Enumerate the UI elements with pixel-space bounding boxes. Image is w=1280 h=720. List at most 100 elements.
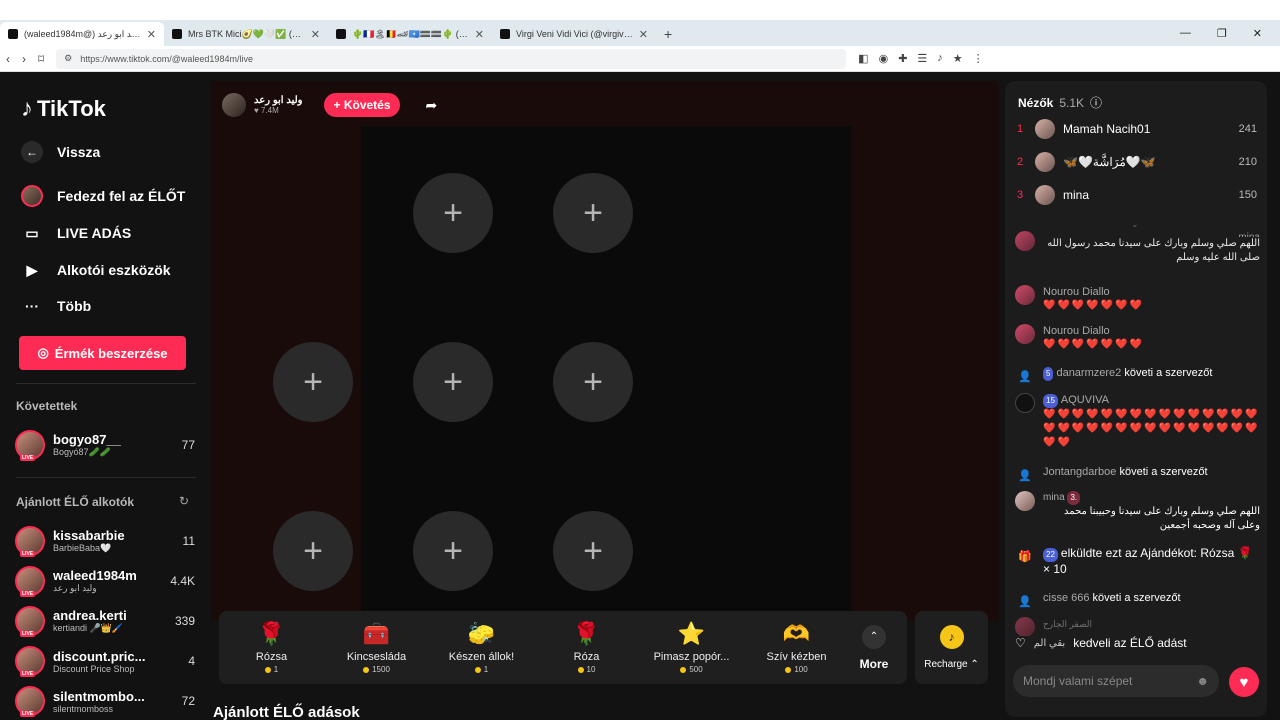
back-arrow-icon[interactable]: ‹ — [6, 52, 10, 66]
system-message: 👤 cisse 666 követi a szervezőt — [1015, 591, 1260, 611]
nav-more[interactable]: ··· Több — [21, 295, 91, 317]
avatar — [1035, 119, 1055, 139]
level-badge: 3. — [1067, 491, 1081, 505]
host-name[interactable]: وليد ابو رعد — [254, 95, 302, 106]
rose-icon: 🌹 — [257, 621, 286, 646]
video-camera-icon: ▭ — [25, 224, 39, 241]
chevron-up-icon: ⌃ — [862, 624, 886, 649]
browser-tab-4[interactable]: Virgi Veni Vidi Vici (@virgivenividivici… — [492, 22, 656, 46]
gift-item[interactable]: 🫶 Szív kézben 100 — [744, 621, 849, 674]
add-guest-slot[interactable]: + — [273, 511, 353, 591]
add-guest-slot[interactable]: + — [553, 511, 633, 591]
forward-arrow-icon[interactable]: › — [22, 52, 26, 66]
top-viewer[interactable]: 2 🦋🤍مُرَاشَّة🤍🦋 210 — [1017, 152, 1257, 172]
nav-live-studio[interactable]: ▭ LIVE ADÁS — [21, 222, 131, 244]
chat-input[interactable]: Mondj valami szépet ☻ — [1013, 665, 1219, 697]
expand-chevron-icon[interactable]: ⌄ — [1131, 219, 1139, 230]
browser-tab-2[interactable]: Mrs BTK Mici🥑💚🤍✅ (@mrsbtk) |✕ — [164, 22, 328, 46]
close-tab-icon[interactable]: ✕ — [639, 28, 648, 41]
heart-icon: ♥ — [254, 106, 259, 115]
gift-item[interactable]: 🌹 Rózsa 1 — [219, 621, 324, 674]
extension-icon[interactable]: ♪ — [937, 52, 943, 65]
url-field[interactable]: ⚙ https://www.tiktok.com/@waleed1984m/liv… — [56, 48, 847, 69]
top-viewer[interactable]: 3 mina 150 — [1017, 185, 1257, 205]
minimize-button[interactable]: — — [1180, 27, 1191, 40]
play-icon: ▶ — [26, 261, 38, 278]
emoji-icon[interactable]: ☻ — [1196, 674, 1209, 688]
host-likes: ♥ 7.4M — [254, 106, 279, 115]
plus-icon: + — [583, 531, 603, 570]
recommended-user[interactable]: LIVE andrea.kerti kertiandi 🎤👑🖌️ 339 — [15, 604, 195, 638]
bookmark-icon[interactable]: ⌑ — [38, 52, 44, 66]
gift-item[interactable]: 🧰 Kincsesláda 1500 — [324, 621, 429, 674]
add-guest-slot[interactable]: + — [413, 173, 493, 253]
avatar[interactable] — [222, 93, 246, 117]
add-guest-slot[interactable]: + — [413, 342, 493, 422]
extension-icon[interactable]: ★ — [953, 52, 963, 65]
browser-tab-3[interactable]: 🌵🇨🇵🏝🇧🇪🏎🇸🇴🟰🟰🌵 (@csby01)✕ — [328, 22, 492, 46]
avatar: LIVE — [15, 686, 45, 717]
starfish-icon: ⭐ — [677, 621, 706, 646]
chat-message: الصقر الجارح — [1015, 617, 1260, 637]
gift-item[interactable]: ⭐ Pimasz popór... 500 — [639, 621, 744, 674]
live-badge: LIVE — [20, 455, 36, 461]
chat-message: Nourou Diallo ❤️❤️❤️❤️❤️❤️❤️ — [1015, 324, 1260, 352]
add-guest-slot[interactable]: + — [273, 342, 353, 422]
share-icon[interactable]: ➦ — [426, 97, 438, 114]
plus-icon: + — [443, 362, 463, 401]
close-tab-icon[interactable]: ✕ — [147, 28, 156, 41]
tiktok-favicon-icon — [500, 29, 510, 39]
avatar — [1015, 393, 1035, 413]
get-coins-button[interactable]: ◎ Érmék beszerzése — [19, 336, 186, 370]
like-button[interactable]: ♥ — [1229, 667, 1259, 697]
extension-icon[interactable]: ◧ — [858, 52, 868, 65]
chat-message: 15 AQUVIVA ❤️❤️❤️❤️❤️❤️❤️❤️❤️❤️❤️❤️❤️❤️❤️❤… — [1015, 393, 1260, 450]
following-title: Követettek — [16, 399, 78, 413]
gift-icon: 🎁 — [1018, 550, 1032, 563]
close-tab-icon[interactable]: ✕ — [311, 28, 320, 41]
tiktok-live-page: ♪ TikTok ← Vissza Fedezd fel az ÉLŐT ▭ LIVE… — [3, 73, 1277, 720]
close-tab-icon[interactable]: ✕ — [475, 28, 484, 41]
add-guest-slot[interactable]: + — [553, 342, 633, 422]
more-gifts-button[interactable]: ⌃ More — [849, 624, 899, 671]
site-settings-icon[interactable]: ⚙ — [64, 53, 72, 64]
recharge-button[interactable]: ♪ Recharge ⌃ — [915, 611, 988, 684]
gift-item[interactable]: 🧽 Készen állok! 1 — [429, 621, 534, 674]
level-badge: 22 — [1043, 548, 1058, 562]
nav-creator-tools[interactable]: ▶ Alkotói eszközök — [21, 259, 171, 281]
divider — [16, 477, 196, 478]
top-viewer[interactable]: 1 Mamah Nacih01 241 — [1017, 119, 1257, 139]
sponge-icon: 🧽 — [467, 621, 496, 646]
avatar: LIVE — [15, 646, 45, 677]
chat-message: mina 3. اللهم صلي وسلم وبارك على سيدنا وح… — [1015, 491, 1260, 533]
extension-icon[interactable]: ☰ — [917, 52, 927, 65]
recommended-user[interactable]: LIVE kissabarbie BarbieBaba🤍 11 — [15, 524, 195, 558]
following-user[interactable]: LIVE bogyo87__ Bogyó87🥒🥒 77 — [15, 428, 195, 462]
tiktok-logo[interactable]: ♪ TikTok — [21, 95, 106, 123]
extensions-bar: ◧ ◉ ✚ ☰ ♪ ★ ⋮ — [858, 52, 983, 65]
add-guest-slot[interactable]: + — [553, 173, 633, 253]
plus-icon: + — [583, 362, 603, 401]
new-tab-button[interactable]: + — [656, 26, 680, 46]
browser-tab-1[interactable]: (waleed1984m@) وليد ابو رعد ✕ — [0, 22, 164, 46]
recommended-user[interactable]: LIVE silentmombo... silentmomboss 72 — [15, 684, 195, 718]
recommended-user[interactable]: LIVE discount.pric... Discount Price Shop… — [15, 644, 195, 678]
extension-icon[interactable]: ◉ — [879, 52, 889, 65]
info-icon[interactable]: ⓘ — [1090, 94, 1102, 111]
menu-icon[interactable]: ⋮ — [973, 52, 984, 65]
gift-item[interactable]: 🌹 Róza 10 — [534, 621, 639, 674]
extension-icon[interactable]: ✚ — [898, 52, 907, 65]
nav-explore-live[interactable]: Fedezd fel az ÉLŐT — [21, 185, 185, 207]
add-guest-slot[interactable]: + — [413, 511, 493, 591]
sidebar: ♪ TikTok ← Vissza Fedezd fel az ÉLŐT ▭ LIVE… — [3, 73, 208, 720]
live-badge: LIVE — [20, 631, 36, 637]
divider — [16, 383, 196, 384]
follow-button[interactable]: + Követés — [324, 93, 400, 117]
refresh-icon[interactable]: ↻ — [179, 494, 189, 508]
coin-icon — [474, 666, 481, 673]
back-link[interactable]: ← Vissza — [21, 141, 100, 163]
live-badge: LIVE — [20, 711, 36, 717]
maximize-button[interactable]: ❐ — [1217, 27, 1227, 40]
recommended-user[interactable]: LIVE waleed1984m وليد ابو رعد 4.4K — [15, 564, 195, 598]
close-window-button[interactable]: ✕ — [1253, 27, 1262, 40]
